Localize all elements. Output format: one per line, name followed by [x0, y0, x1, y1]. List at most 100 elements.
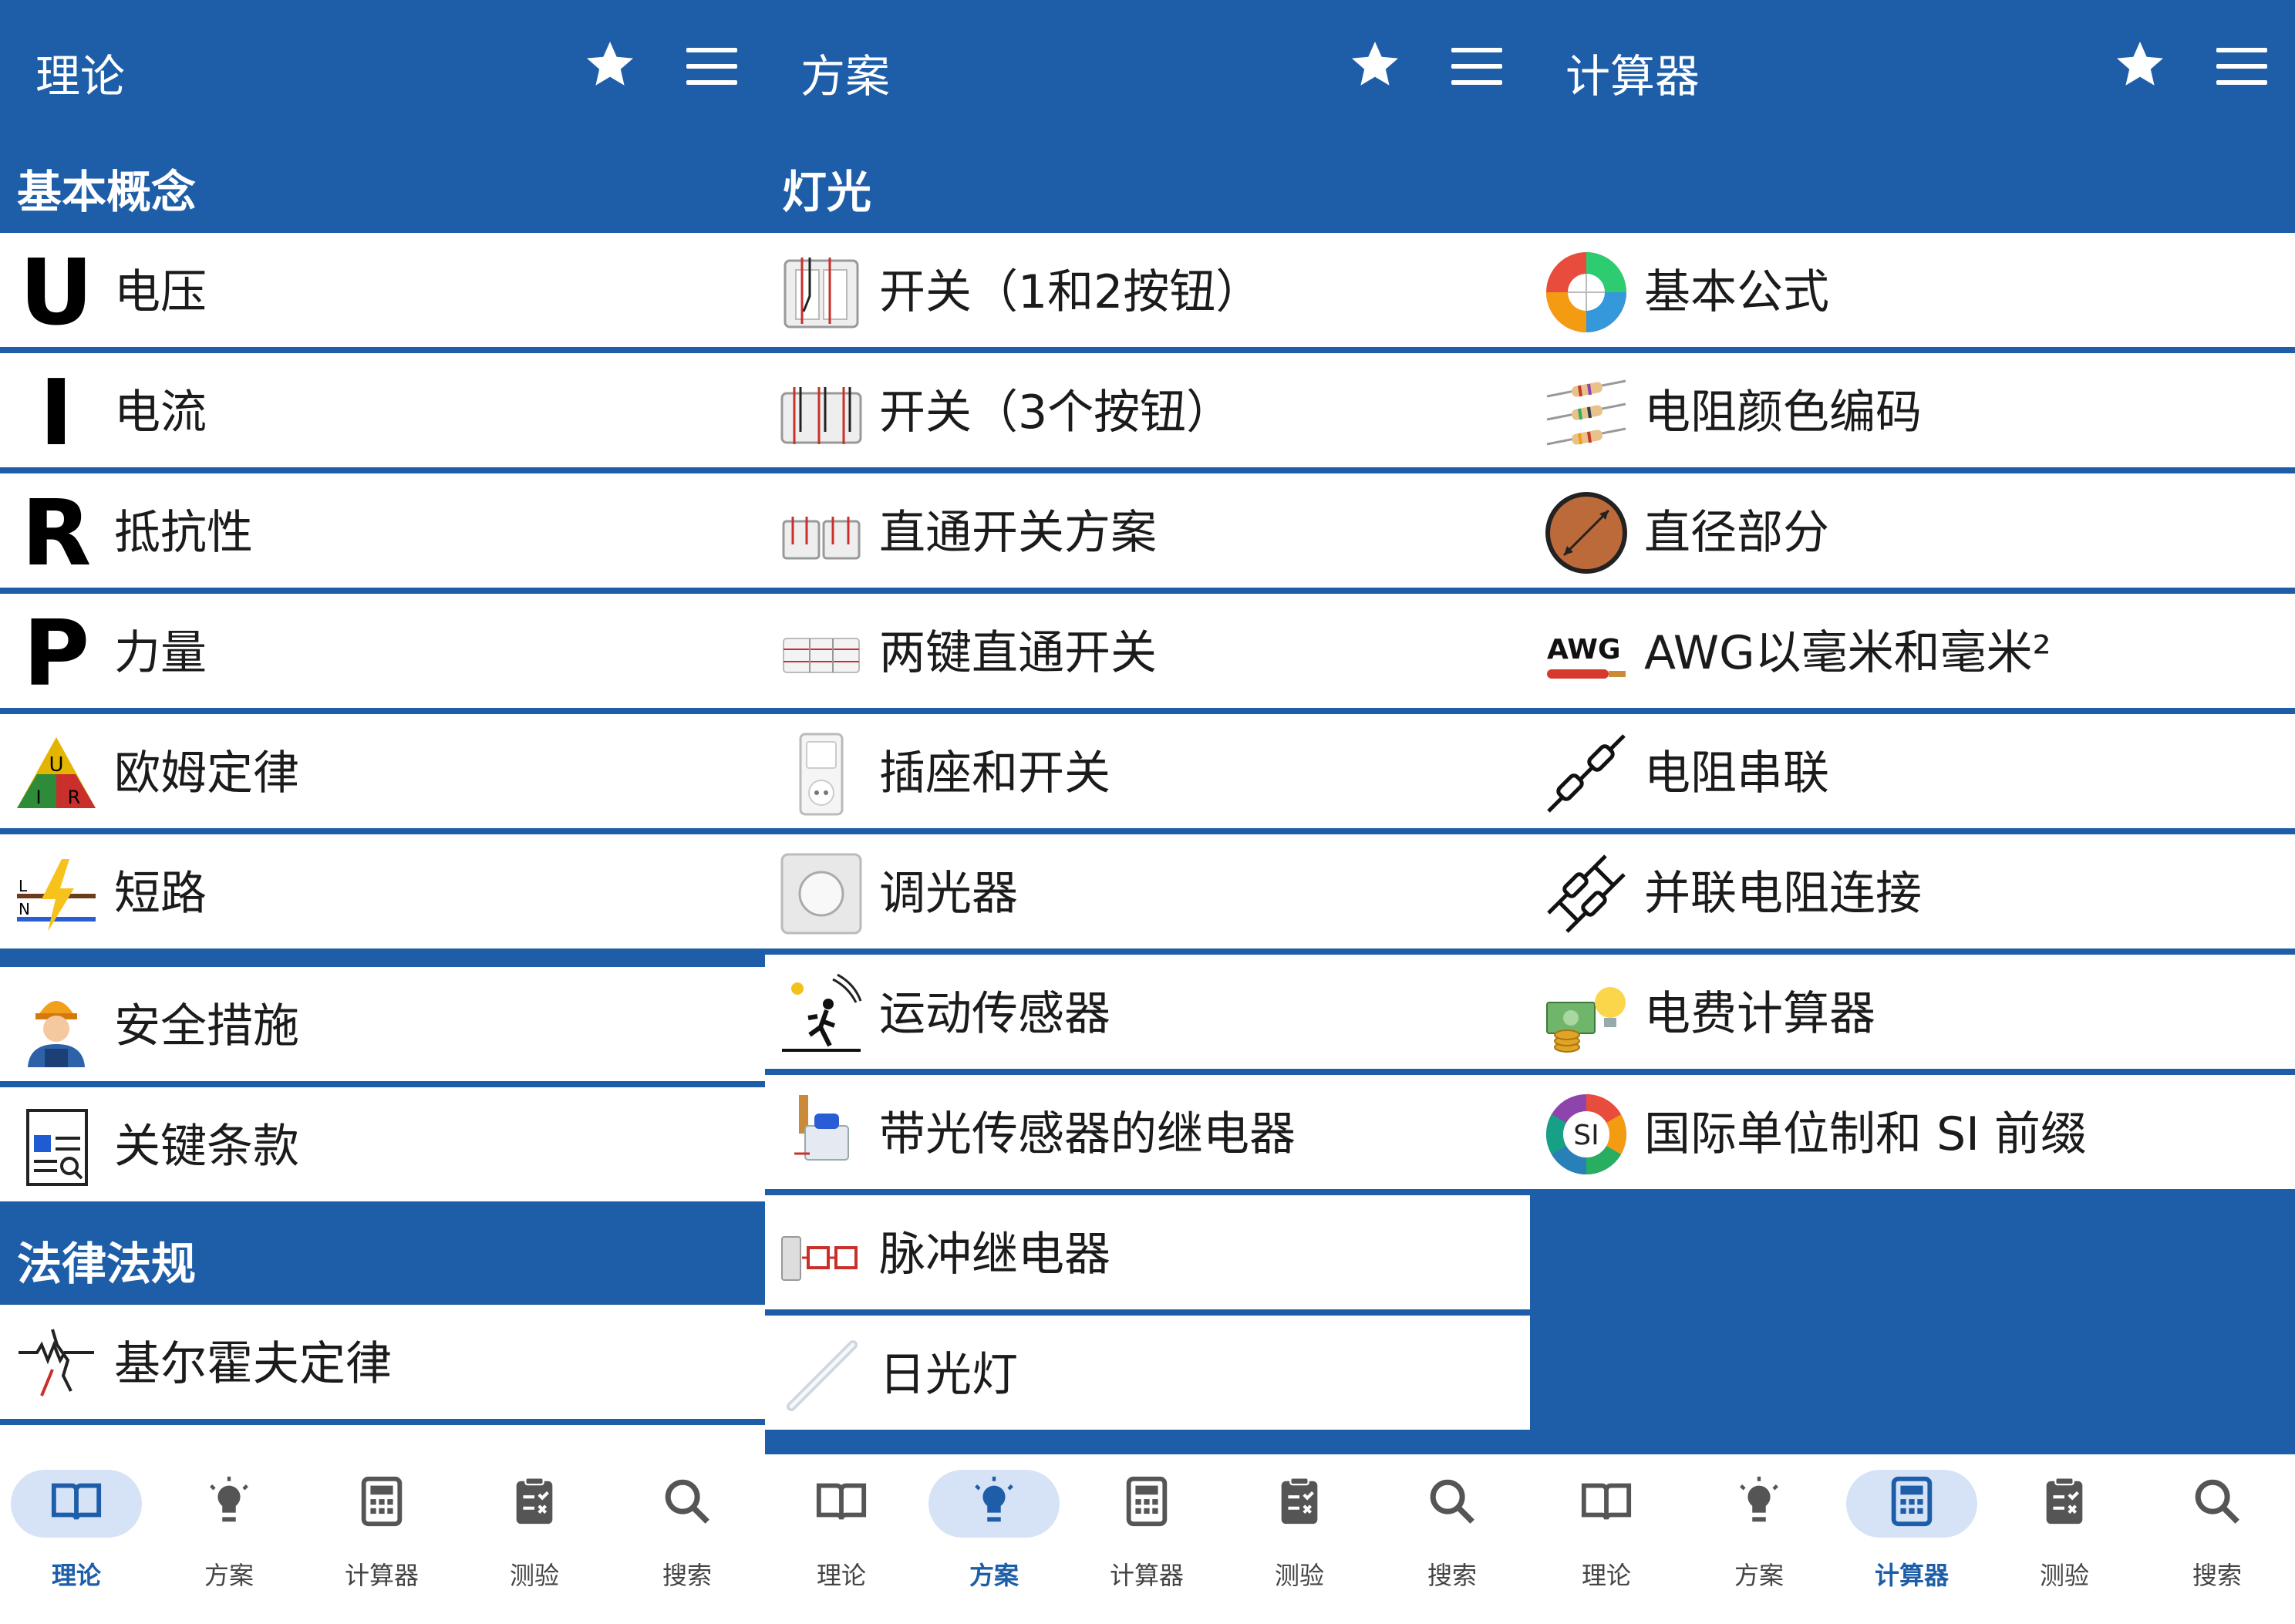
list-item-label: 基尔霍夫定律: [114, 1337, 392, 1391]
list-item-resistance[interactable]: R 抵抗性: [0, 473, 765, 588]
tab-schemes[interactable]: 方案: [918, 1454, 1070, 1624]
tab-label: 方案: [204, 1561, 254, 1590]
book-icon: [816, 1483, 867, 1520]
tab-label: 测验: [2039, 1561, 2089, 1590]
list-item-label: 电费计算器: [1644, 987, 1875, 1041]
dimmer-icon: [780, 853, 862, 935]
list-item-current[interactable]: I 电流: [0, 353, 765, 467]
list-item-label: 电流: [114, 386, 207, 440]
quiz-icon: [1281, 1477, 1318, 1525]
parallel-resistor-icon: [1547, 854, 1626, 933]
passthrough-switch-icon: [782, 517, 861, 560]
list-item-electricity-cost[interactable]: 电费计算器: [1530, 955, 2295, 1069]
list-item-resistor-color[interactable]: 电阻颜色编码: [1530, 353, 2295, 467]
app-header: 计算器: [1530, 0, 2295, 137]
tab-schemes[interactable]: 方案: [1683, 1454, 1835, 1624]
tab-calculators[interactable]: 计算器: [305, 1454, 458, 1624]
list-item-label: 直径部分: [1644, 506, 1829, 560]
list-item-switch-3[interactable]: 开关（3个按钮）: [765, 353, 1530, 467]
favorite-star-icon[interactable]: [1347, 37, 1403, 93]
list-item-series-resistor[interactable]: 电阻串联: [1530, 714, 2295, 828]
svg-text:L: L: [19, 877, 28, 895]
tab-search[interactable]: 搜索: [611, 1454, 763, 1624]
search-icon: [665, 1479, 709, 1524]
calculator-icon: [1891, 1476, 1933, 1527]
tab-search[interactable]: 搜索: [1376, 1454, 1528, 1624]
list-item-power[interactable]: P 力量: [0, 594, 765, 708]
list-item-ohm-law[interactable]: U I R 欧姆定律: [0, 714, 765, 828]
favorite-star-icon[interactable]: [2112, 37, 2168, 93]
favorite-star-icon[interactable]: [582, 37, 638, 93]
list-item-label: 开关（1和2按钮）: [879, 265, 1262, 319]
voltage-u-icon: U: [19, 239, 93, 345]
list-item-label: 电压: [114, 265, 207, 319]
tab-theory[interactable]: 理论: [0, 1454, 153, 1624]
list-item-awg[interactable]: AWG AWG以毫米和毫米²: [1530, 594, 2295, 708]
tab-theory[interactable]: 理论: [765, 1454, 918, 1624]
worker-icon: [28, 1001, 85, 1067]
tab-quiz[interactable]: 测验: [1988, 1454, 2141, 1624]
list-item-motion-sensor[interactable]: 运动传感器: [765, 955, 1530, 1069]
calculator-icon: [1126, 1476, 1168, 1527]
list-item-basic-formulas[interactable]: 基本公式: [1530, 233, 2295, 347]
tab-calculators[interactable]: 计算器: [1835, 1454, 1988, 1624]
list-item-fluorescent[interactable]: 日光灯: [765, 1316, 1530, 1430]
tab-schemes[interactable]: 方案: [153, 1454, 305, 1624]
list-item-pulse-relay[interactable]: 脉冲继电器: [765, 1195, 1530, 1309]
electricity-cost-icon: [1546, 987, 1626, 1053]
tab-label: 方案: [1734, 1561, 1784, 1590]
fluorescent-lamp-icon: [787, 1340, 858, 1411]
list-item-switch-1-2[interactable]: 开关（1和2按钮）: [765, 233, 1530, 347]
list-item-voltage[interactable]: U 电压: [0, 233, 765, 347]
tab-label: 搜索: [1427, 1561, 1477, 1590]
menu-icon[interactable]: [686, 48, 737, 85]
list-item-short-circuit[interactable]: L N 短路: [0, 834, 765, 948]
section-title: 基本概念: [17, 166, 197, 218]
socket-switch-icon: [799, 733, 844, 816]
search-icon: [1430, 1479, 1474, 1524]
list-item-label: 调光器: [879, 867, 1018, 921]
bulb-icon: [210, 1476, 248, 1522]
quiz-icon: [2046, 1477, 2083, 1525]
section-title: 法律法规: [17, 1238, 197, 1290]
list-item-diameter[interactable]: 直径部分: [1530, 473, 2295, 588]
current-i-icon: I: [39, 359, 73, 466]
list-item-key-terms[interactable]: 关键条款: [0, 1087, 765, 1201]
app-header: 理论: [0, 0, 765, 137]
tab-quiz[interactable]: 测验: [1223, 1454, 1376, 1624]
svg-text:N: N: [19, 900, 30, 918]
list-item-partial: [0, 1425, 765, 1456]
list-item-label: 短路: [114, 867, 207, 921]
tab-theory[interactable]: 理论: [1530, 1454, 1683, 1624]
app-screens: 理论 基本概念 U 电压 I 电流 R 抵抗性 P 力量 U I R 欧姆定律 …: [0, 0, 2295, 1624]
list-item-label: AWG以毫米和毫米²: [1644, 626, 2051, 680]
list-item-light-sensor-relay[interactable]: 带光传感器的继电器: [765, 1075, 1530, 1189]
tab-label: 理论: [51, 1561, 101, 1590]
list-item-label: 带光传感器的继电器: [879, 1107, 1296, 1161]
list-item-parallel-resistor[interactable]: 并联电阻连接: [1530, 834, 2295, 948]
list-item-socket-switch[interactable]: 插座和开关: [765, 714, 1530, 828]
tab-quiz[interactable]: 测验: [458, 1454, 611, 1624]
switch-3-icon: [780, 387, 862, 444]
list-item-label: 直通开关方案: [879, 506, 1157, 560]
tab-calculators[interactable]: 计算器: [1070, 1454, 1223, 1624]
tab-search[interactable]: 搜索: [2141, 1454, 2293, 1624]
list-item-dimmer[interactable]: 调光器: [765, 834, 1530, 948]
list-item-safety[interactable]: 安全措施: [0, 967, 765, 1081]
list-item-two-key-switch[interactable]: 两键直通开关: [765, 594, 1530, 708]
list-item-label: 两键直通开关: [879, 626, 1157, 680]
resistor-color-icon: [1546, 379, 1626, 446]
menu-icon[interactable]: [2216, 48, 2267, 85]
bulb-icon: [975, 1476, 1013, 1522]
resistance-r-icon: R: [21, 480, 92, 586]
list-item-si-units[interactable]: SI 国际单位制和 SI 前缀: [1530, 1075, 2295, 1189]
tab-label: 测验: [1274, 1561, 1324, 1590]
list-item-label: 抵抗性: [114, 506, 253, 560]
menu-icon[interactable]: [1451, 48, 1502, 85]
list-item-passthrough-switch[interactable]: 直通开关方案: [765, 473, 1530, 588]
panel-calculators: 计算器 基本公式 电阻颜色编码 直径部分 AWG AWG以毫米和毫米² 电阻串联…: [1530, 0, 2295, 1624]
list-item-label: 安全措施: [114, 999, 299, 1053]
list-item-kirchhoff[interactable]: 基尔霍夫定律: [0, 1305, 765, 1419]
tab-label: 计算器: [1109, 1561, 1184, 1590]
page-title: 方案: [800, 50, 891, 103]
